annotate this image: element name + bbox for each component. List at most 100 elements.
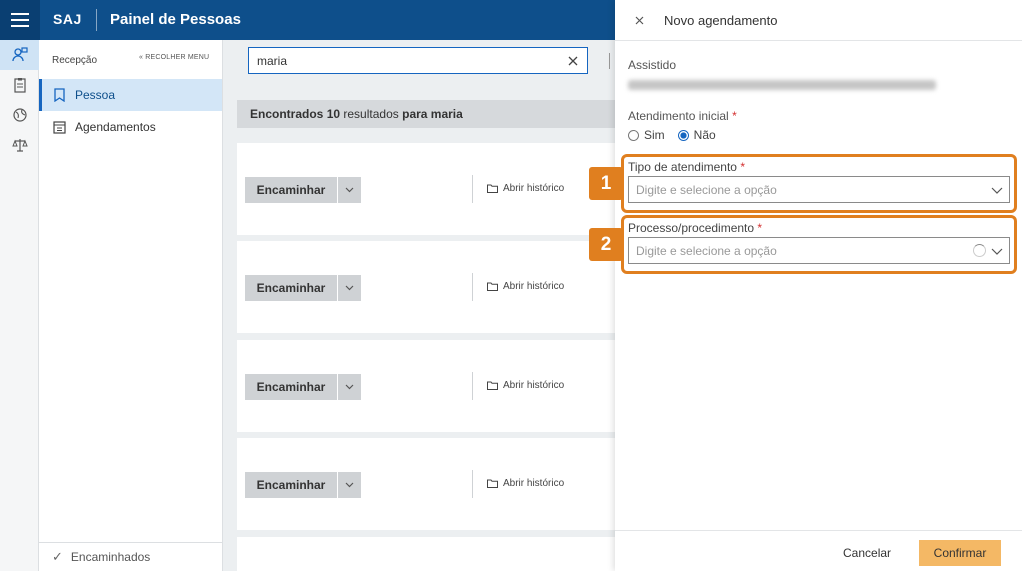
radio-nao[interactable] [677,129,689,141]
step-badge-2: 2 [589,228,623,261]
card-divider [472,273,473,301]
card-divider [472,470,473,498]
side-menu: Recepção « RECOLHER MENU Pessoa Agendame… [39,40,223,571]
folder-icon [487,479,498,488]
rail-people-button[interactable] [0,40,39,70]
radio-nao-label: Não [693,128,716,142]
menu-item-pessoa[interactable]: Pessoa [39,79,222,111]
forward-button[interactable]: Encaminhar [245,177,337,203]
results-prefix: Encontrados [250,107,324,121]
panel-divider [615,40,1022,41]
tipo-label-text: Tipo de atendimento [628,160,737,174]
menu-item-label: Pessoa [75,88,116,102]
check-icon: ✓ [52,549,63,564]
menu-item-label: Agendamentos [75,120,156,134]
radio-sim[interactable] [628,129,639,141]
collapse-menu-button[interactable]: « RECOLHER MENU [139,54,209,61]
open-history-link[interactable]: Abrir histórico [487,281,564,292]
tipo-atendimento-label: Tipo de atendimento * [628,160,745,174]
rail-globe-button[interactable] [0,100,39,130]
open-history-label: Abrir histórico [503,380,565,391]
forward-dropdown-button[interactable] [338,177,361,203]
chevron-down-icon [991,248,1003,255]
close-panel-button[interactable] [631,12,647,28]
results-summary: Encontrados 10 resultados para maria [237,100,615,128]
cancel-button[interactable]: Cancelar [843,540,891,566]
folder-icon [487,381,498,390]
chevron-down-icon [345,384,354,390]
processo-select[interactable]: Digite e selecione a opção [628,237,1010,264]
brand-logo: SAJ [53,11,82,27]
forward-button[interactable]: Encaminhar [245,472,337,498]
app-title: Painel de Pessoas [110,11,241,28]
forward-dropdown-button[interactable] [338,472,361,498]
search-input[interactable] [248,47,588,74]
icon-rail [0,40,39,571]
panel-title: Novo agendamento [664,13,778,28]
required-mark: * [757,221,763,235]
chevron-down-icon [345,482,354,488]
menu-footer-label: Encaminhados [70,550,151,564]
result-card: Encaminhar Abrir histórico [237,241,615,333]
radio-sim-label: Sim [644,128,665,142]
open-history-label: Abrir histórico [503,183,565,194]
scales-icon [11,139,28,152]
hamburger-menu-icon[interactable] [0,0,40,40]
open-history-link[interactable]: Abrir histórico [487,478,564,489]
results-query: para maria [402,107,463,121]
search-divider [609,53,610,69]
open-history-link[interactable]: Abrir histórico [487,380,564,391]
confirm-button[interactable]: Confirmar [919,540,1001,566]
forward-button[interactable]: Encaminhar [245,374,337,400]
rail-scales-button[interactable] [0,130,39,160]
forward-button[interactable]: Encaminhar [245,275,337,301]
processo-placeholder: Digite e selecione a opção [636,243,777,258]
processo-label: Processo/procedimento * [628,221,762,235]
folder-icon [487,282,498,291]
tipo-atendimento-select[interactable]: Digite e selecione a opção [628,176,1010,203]
processo-label-text: Processo/procedimento [628,221,755,235]
globe-icon [12,108,27,122]
chevron-down-icon [345,187,354,193]
rail-clipboard-button[interactable] [0,70,39,100]
menu-heading: Recepção [52,55,98,66]
double-chevron-left-icon: « [139,54,144,61]
menu-item-agendamentos[interactable]: Agendamentos [39,111,222,143]
assistido-value-redacted [628,80,936,90]
card-divider [472,175,473,203]
processo-procedimento-field: Processo/procedimento * Digite e selecio… [621,215,1017,274]
required-mark: * [732,109,737,123]
chevron-down-icon [991,187,1003,194]
bookmark-icon [54,88,65,102]
people-icon [11,47,28,62]
forward-dropdown-button[interactable] [338,374,361,400]
tipo-placeholder: Digite e selecione a opção [636,182,777,197]
collapse-menu-label: RECOLHER MENU [145,54,210,61]
results-count: 10 [326,107,341,121]
close-icon [568,56,577,65]
calendar-icon [53,121,66,134]
card-divider [472,372,473,400]
search-bar [223,40,615,96]
open-history-label: Abrir histórico [503,478,565,489]
chevron-down-icon [345,285,354,291]
menu-item-encaminhados[interactable]: ✓ Encaminhados [39,542,222,571]
panel-footer: Cancelar Confirmar [615,530,1022,571]
open-history-link[interactable]: Abrir histórico [487,183,564,194]
atendimento-radio-group: Sim Não [628,128,716,142]
folder-icon [487,184,498,193]
brand-divider [96,9,97,31]
clear-search-button[interactable] [558,47,587,74]
clipboard-icon [13,78,26,93]
result-card: Encaminhar Abrir histórico [237,143,615,235]
assistido-label: Assistido [628,58,677,72]
close-icon [635,16,643,24]
atendimento-inicial-label: Atendimento inicial * [628,109,737,123]
loading-spinner-icon [973,244,986,257]
results-middle: resultados [343,107,399,121]
atendimento-label-text: Atendimento inicial [628,109,729,123]
result-card: Encaminhar Abrir histórico [237,340,615,432]
forward-dropdown-button[interactable] [338,275,361,301]
new-appointment-panel: Novo agendamento Assistido Atendimento i… [615,0,1022,571]
result-card: Encaminhar Abrir histórico [237,438,615,530]
